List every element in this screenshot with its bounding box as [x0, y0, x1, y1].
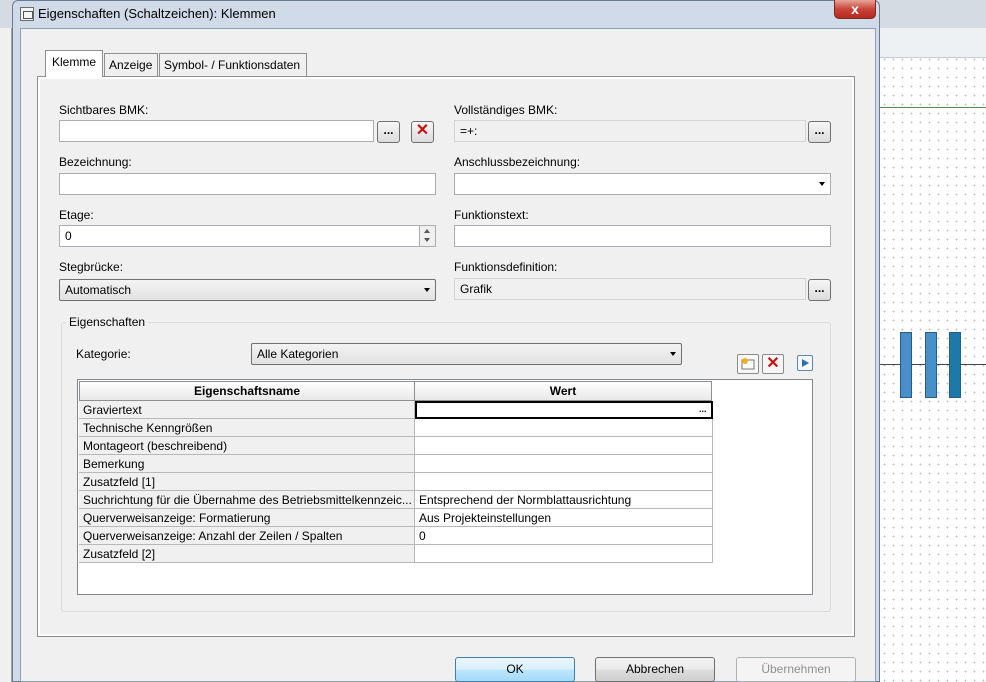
- etage-value: 0: [65, 229, 72, 243]
- table-row[interactable]: Technische Kenngrößen: [79, 419, 713, 437]
- table-row[interactable]: Bemerkung: [79, 455, 713, 473]
- cancel-button[interactable]: Abbrechen: [595, 657, 715, 682]
- chevron-down-icon: [670, 352, 676, 356]
- property-value[interactable]: Aus Projekteinstellungen: [415, 509, 713, 527]
- chevron-down-icon: [819, 182, 825, 186]
- tab-klemme[interactable]: Klemme: [45, 50, 103, 77]
- property-value-editor[interactable]: ...: [415, 401, 713, 419]
- funktionsdefinition-label: Funktionsdefinition:: [454, 260, 558, 274]
- property-value[interactable]: [415, 419, 713, 437]
- delete-icon[interactable]: ✕: [762, 354, 784, 374]
- new-property-button[interactable]: [737, 354, 759, 374]
- kategorie-value: Alle Kategorien: [257, 347, 339, 361]
- sichtbares-bmk-input[interactable]: [59, 120, 374, 142]
- table-row[interactable]: Zusatzfeld [2]: [79, 545, 713, 563]
- wire-line: [880, 107, 986, 108]
- property-name: Technische Kenngrößen: [79, 419, 415, 437]
- background-left-panel: [0, 28, 12, 682]
- sichtbares-bmk-browse-button[interactable]: ...: [377, 121, 400, 143]
- expand-button[interactable]: [797, 355, 813, 371]
- column-header-wert[interactable]: Wert: [414, 381, 712, 401]
- stegbruecke-label: Stegbrücke:: [59, 260, 124, 274]
- apply-button[interactable]: Übernehmen: [736, 657, 856, 682]
- property-value[interactable]: [415, 545, 713, 563]
- property-value[interactable]: 0: [415, 527, 713, 545]
- property-name: Bemerkung: [79, 455, 415, 473]
- bezeichnung-label: Bezeichnung:: [59, 155, 132, 169]
- property-name: Montageort (beschreibend): [79, 437, 415, 455]
- terminal-symbol[interactable]: [900, 332, 912, 398]
- sichtbares-bmk-label: Sichtbares BMK:: [59, 103, 149, 117]
- funktionstext-label: Funktionstext:: [454, 208, 529, 222]
- table-row[interactable]: Querverweisanzeige: Formatierung Aus Pro…: [79, 509, 713, 527]
- eigenschaften-group-title: Eigenschaften: [66, 315, 149, 329]
- terminal-symbol[interactable]: [925, 332, 937, 398]
- table-row[interactable]: Querverweisanzeige: Anzahl der Zeilen / …: [79, 527, 713, 545]
- etage-spin-input[interactable]: 0: [59, 225, 436, 247]
- funktionsdefinition-browse-button[interactable]: ...: [808, 279, 831, 301]
- table-row[interactable]: Graviertext ...: [79, 401, 713, 419]
- vollstaendiges-bmk-field: =+:: [454, 120, 806, 142]
- window-title: Eigenschaften (Schaltzeichen): Klemmen: [38, 6, 276, 21]
- play-arrow-icon: [802, 359, 809, 367]
- vollstaendiges-bmk-label: Vollständiges BMK:: [454, 103, 558, 117]
- funktionstext-input[interactable]: [454, 225, 831, 247]
- ellipsis-icon[interactable]: ...: [699, 405, 709, 416]
- tab-symbol-funktionsdaten[interactable]: Symbol- / Funktionsdaten: [159, 53, 307, 76]
- stegbruecke-combo[interactable]: Automatisch: [59, 279, 436, 301]
- etage-spinner[interactable]: [419, 226, 435, 246]
- window-icon: [20, 7, 34, 21]
- property-name: Graviertext: [79, 401, 415, 419]
- anschlussbezeichnung-label: Anschlussbezeichnung:: [454, 155, 581, 169]
- spin-down-icon[interactable]: [424, 238, 430, 242]
- drawing-header-strip: [880, 28, 986, 58]
- property-value[interactable]: [415, 455, 713, 473]
- vollstaendiges-bmk-browse-button[interactable]: ...: [808, 121, 831, 143]
- property-name: Zusatzfeld [1]: [79, 473, 415, 491]
- funktionsdefinition-field: Grafik: [454, 278, 806, 300]
- anschlussbezeichnung-combo[interactable]: [454, 173, 831, 195]
- property-name: Zusatzfeld [2]: [79, 545, 415, 563]
- property-name: Querverweisanzeige: Formatierung: [79, 509, 415, 527]
- ok-button[interactable]: OK: [455, 657, 575, 682]
- property-name: Suchrichtung für die Übernahme des Betri…: [79, 491, 415, 509]
- property-value[interactable]: [415, 473, 713, 491]
- column-header-eigenschaftsname[interactable]: Eigenschaftsname: [79, 381, 415, 401]
- terminal-symbol-selected[interactable]: [949, 332, 961, 398]
- property-value[interactable]: [415, 437, 713, 455]
- delete-icon[interactable]: ✕: [411, 121, 434, 143]
- kategorie-label: Kategorie:: [76, 347, 131, 361]
- tab-anzeige[interactable]: Anzeige: [104, 53, 158, 76]
- property-name: Querverweisanzeige: Anzahl der Zeilen / …: [79, 527, 415, 545]
- close-button[interactable]: x: [834, 0, 876, 19]
- table-row[interactable]: Zusatzfeld [1]: [79, 473, 713, 491]
- table-row[interactable]: Suchrichtung für die Übernahme des Betri…: [79, 491, 713, 509]
- spin-up-icon[interactable]: [424, 229, 430, 233]
- bezeichnung-input[interactable]: [59, 173, 436, 195]
- property-value[interactable]: Entsprechend der Normblattausrichtung: [415, 491, 713, 509]
- kategorie-combo[interactable]: Alle Kategorien: [251, 343, 682, 365]
- new-item-icon: [741, 358, 755, 370]
- table-row[interactable]: Montageort (beschreibend): [79, 437, 713, 455]
- stegbruecke-value: Automatisch: [65, 283, 132, 297]
- etage-label: Etage:: [59, 208, 94, 222]
- chevron-down-icon: [424, 288, 430, 292]
